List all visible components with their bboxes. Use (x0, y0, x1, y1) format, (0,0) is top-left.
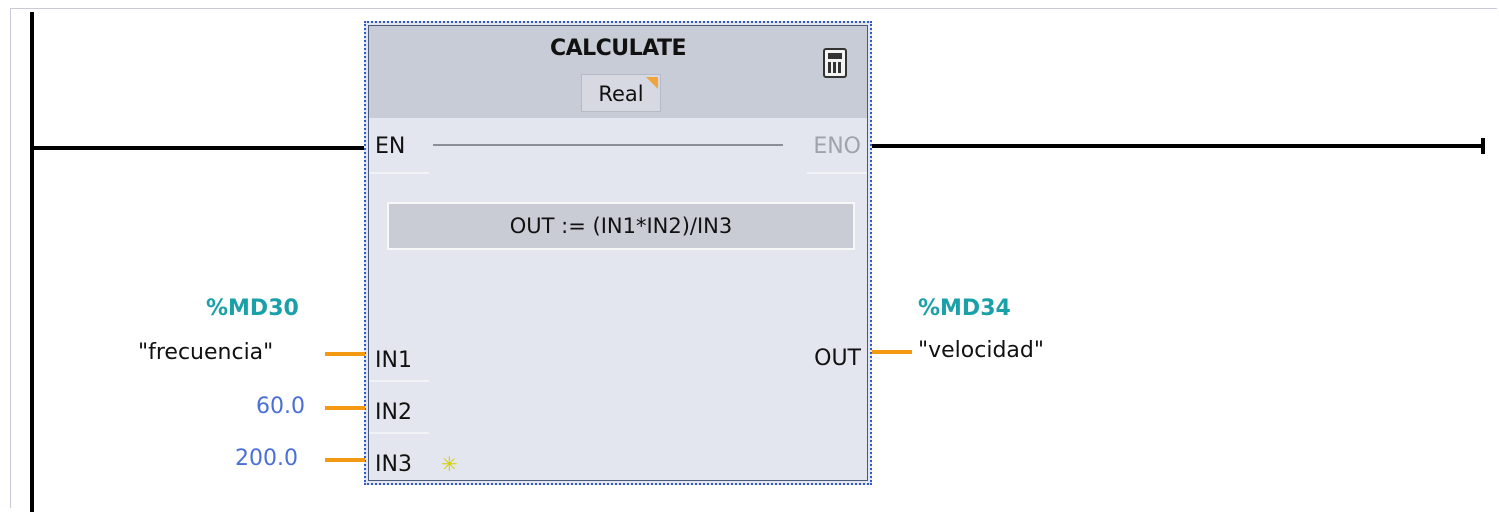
block-header: CALCULATE Real (369, 26, 867, 118)
in2-constant[interactable]: 60.0 (256, 394, 305, 419)
left-power-rail (30, 12, 34, 512)
pin-separator (369, 432, 429, 434)
in1-tag[interactable]: "frecuencia" (138, 340, 273, 365)
calculator-icon[interactable] (823, 48, 847, 78)
pin-in1[interactable]: IN1 (375, 348, 412, 373)
pin-in3[interactable]: IN3 (375, 452, 412, 477)
pin-separator (369, 172, 429, 174)
in1-address[interactable]: %MD30 (206, 296, 299, 321)
calculate-block-body: CALCULATE Real EN ENO OUT := (IN1*IN2)/I… (368, 25, 868, 481)
block-title: CALCULATE (549, 36, 687, 61)
pin-separator (807, 172, 867, 174)
en-input-wire[interactable] (34, 146, 365, 150)
out-connection (872, 350, 912, 354)
expression-field[interactable]: OUT := (IN1*IN2)/IN3 (387, 202, 855, 250)
pin-eno[interactable]: ENO (813, 134, 861, 159)
pin-separator (369, 380, 429, 382)
wire-end-marker (1481, 138, 1485, 154)
in3-connection (325, 458, 365, 462)
in1-connection (325, 352, 365, 356)
eno-output-wire[interactable] (872, 144, 1484, 148)
pin-out[interactable]: OUT (814, 346, 861, 371)
add-input-icon[interactable]: ✳ (441, 454, 458, 474)
data-type-selector[interactable]: Real (581, 74, 661, 112)
out-address[interactable]: %MD34 (918, 296, 1011, 321)
in3-constant[interactable]: 200.0 (235, 446, 298, 471)
in2-connection (325, 406, 365, 410)
data-type-label: Real (598, 82, 644, 106)
pin-in2[interactable]: IN2 (375, 400, 412, 425)
ladder-network: CALCULATE Real EN ENO OUT := (IN1*IN2)/I… (0, 0, 1499, 512)
out-tag[interactable]: "velocidad" (918, 338, 1044, 363)
calculate-block[interactable]: CALCULATE Real EN ENO OUT := (IN1*IN2)/I… (364, 21, 872, 485)
pin-en[interactable]: EN (375, 134, 405, 159)
en-eno-internal-line (433, 144, 783, 146)
dropdown-corner-icon (646, 77, 658, 89)
